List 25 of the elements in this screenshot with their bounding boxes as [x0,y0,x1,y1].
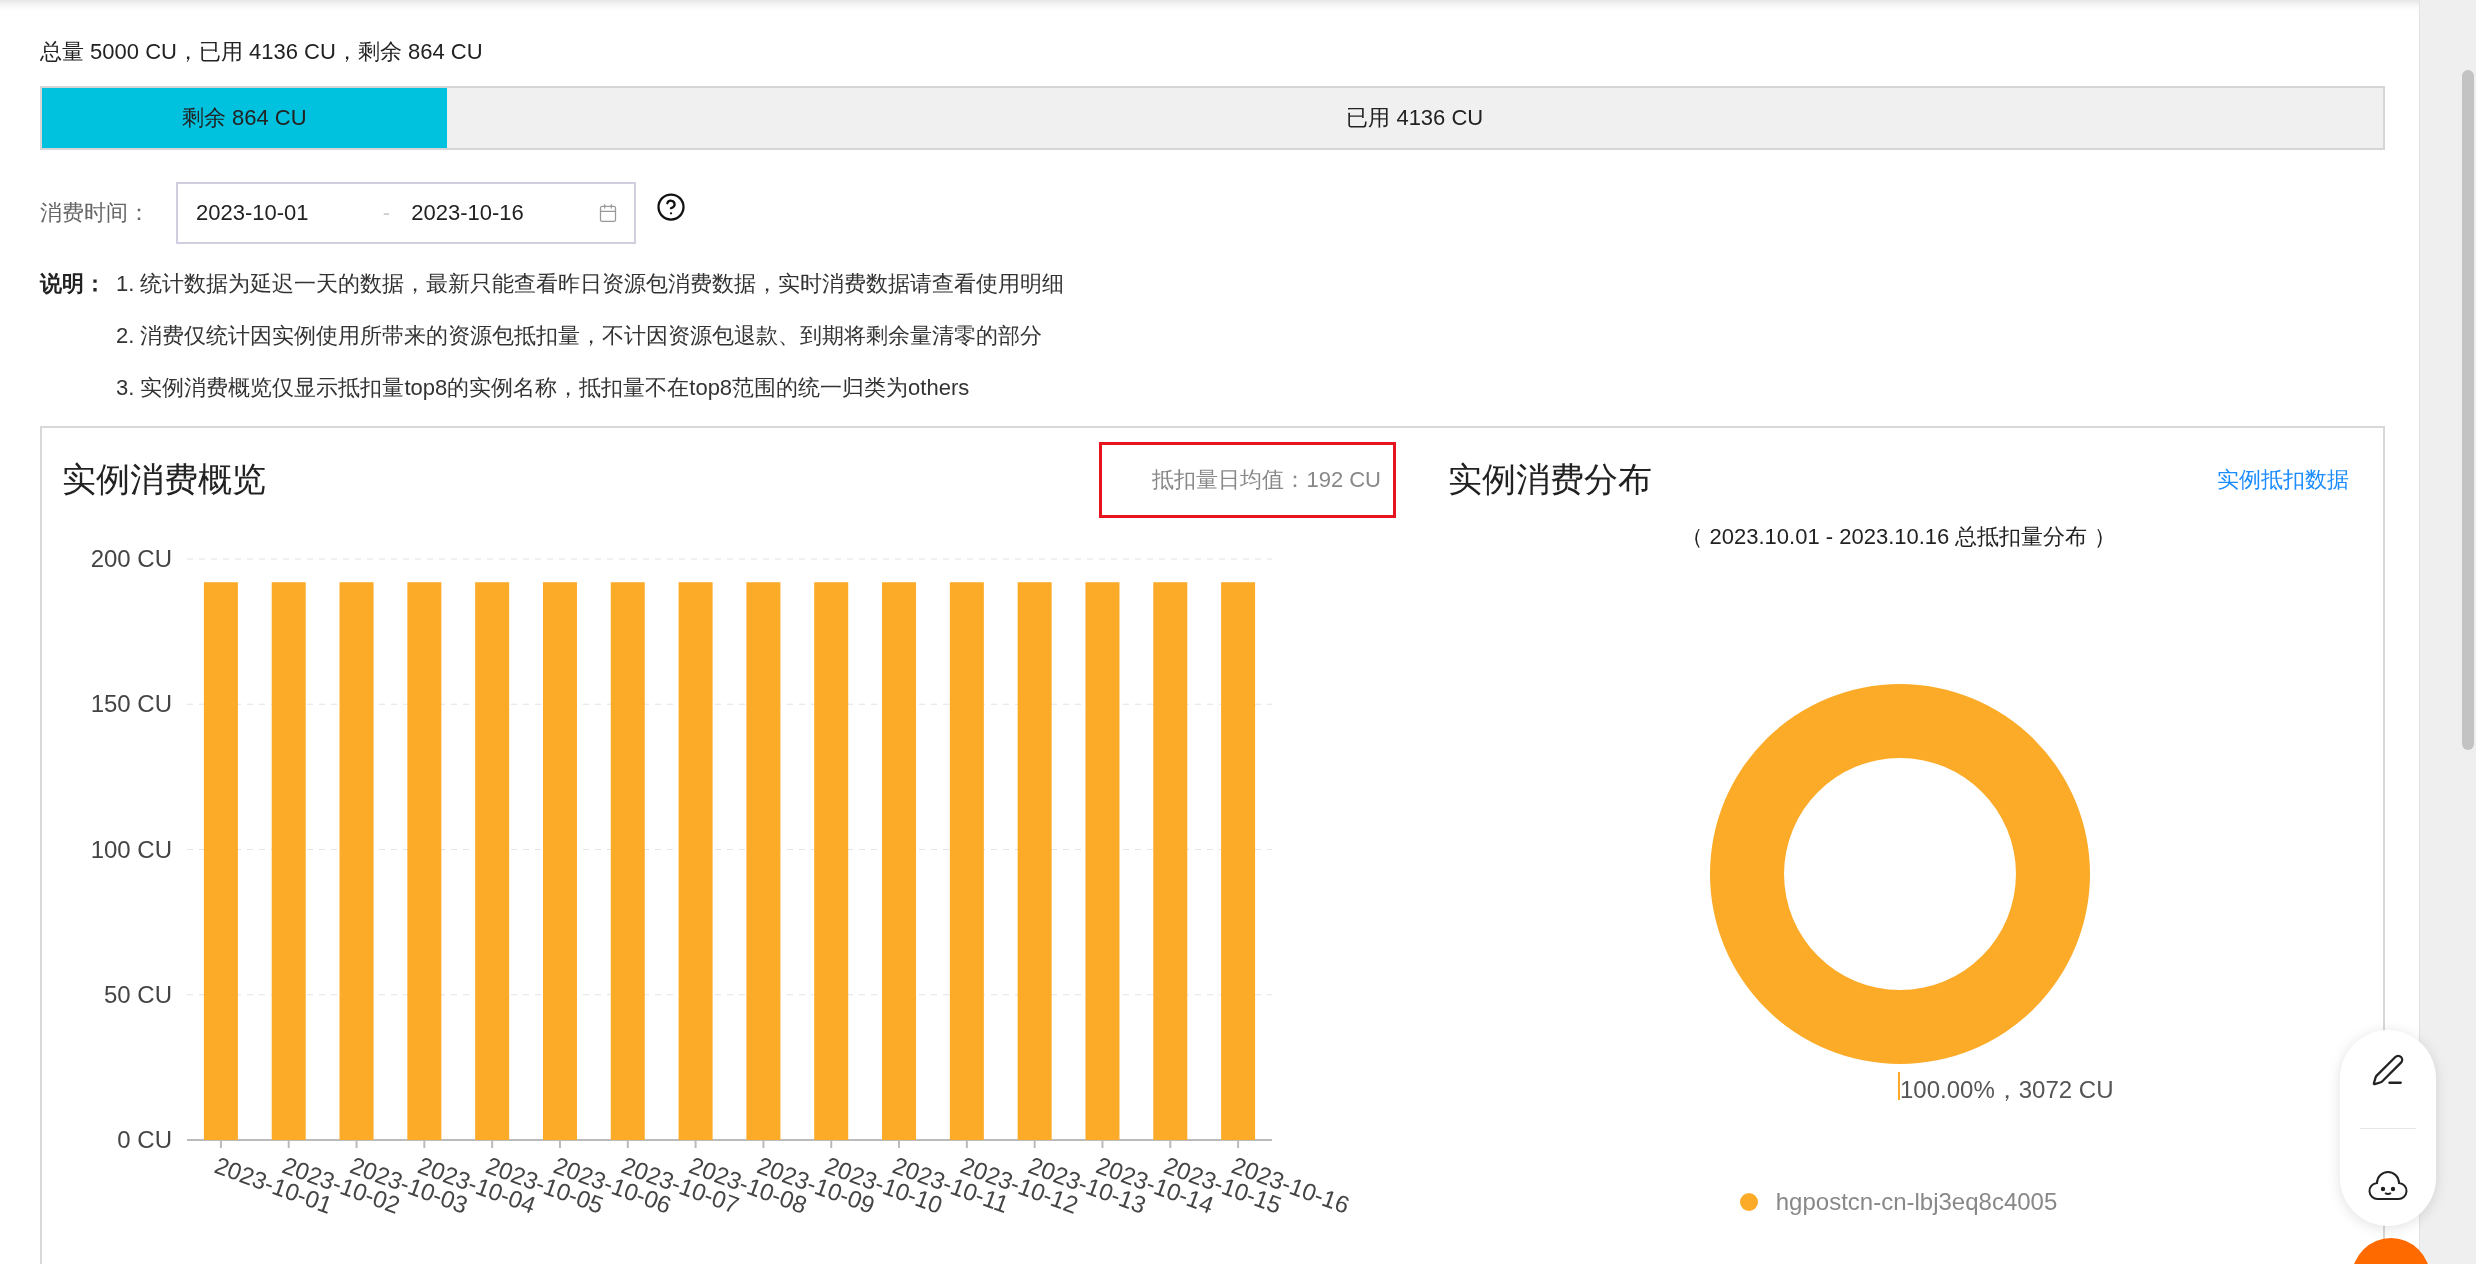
date-range-picker[interactable]: 2023-10-01 - 2023-10-16 [176,182,636,244]
filter-label: 消费时间： [40,199,151,227]
remaining-fill: 剩余 864 CU [42,88,447,148]
y-axis-label: 200 CU [90,545,172,572]
legend-label[interactable]: hgpostcn-cn-lbj3eq8c4005 [1775,1188,2058,1216]
leader-line [1898,1071,1900,1101]
note-text: 1. 统计数据为延迟一天的数据，最新只能查看昨日资源包消费数据，实时消费数据请查看使用明细 [116,270,1066,298]
scrollbar[interactable] [2419,0,2476,1264]
y-axis-label: 0 CU [117,1126,172,1153]
note-text: 3. 实例消费概览仅显示抵扣量top8的实例名称，抵扣量不在top8范围的统一归类为others [116,374,971,402]
note-text: 2. 消费仅统计因实例使用所带来的资源包抵扣量，不计因资源包退款、到期将剩余量清零的部分 [116,322,1044,350]
used-label: 已用 4136 CU [1345,104,1485,132]
chart-title: 实例消费分布 [1448,459,1652,500]
calendar-icon [598,203,618,223]
y-axis-label: 150 CU [90,690,172,718]
instance-data-link[interactable]: 实例抵扣数据 [2217,465,2349,495]
y-axis-label: 50 CU [103,980,172,1008]
help-icon[interactable] [656,192,686,222]
slice-label: 100.00%，3072 CU [1900,1076,2114,1103]
daily-average: 抵扣量日均值：192 CU [1099,442,1396,518]
notes-label: 说明： [40,270,107,298]
y-axis-label: 100 CU [90,835,172,863]
quota-summary: 总量 5000 CU，已用 4136 CU，剩余 864 CU [40,38,484,66]
chart-title: 实例消费概览 [62,459,266,500]
chart-subtitle: （ 2023.10.01 - 2023.10.16 总抵扣量分布 ） [1680,523,2117,551]
